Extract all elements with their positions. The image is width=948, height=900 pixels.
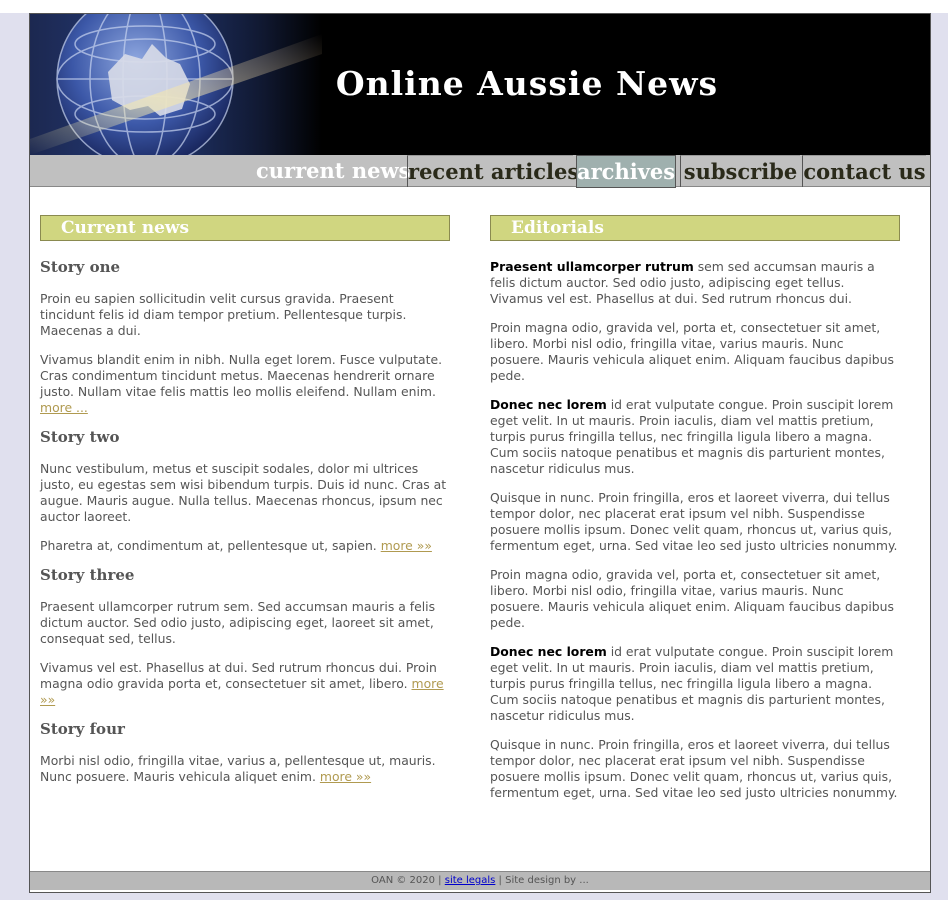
editorials-column: Editorials Praesent ullamcorper rutrum s… [490,215,900,814]
footer-credit: | Site design by ... [495,875,589,886]
story-paragraph: Vivamus blandit enim in nibh. Nulla eget… [40,352,450,416]
nav-archives[interactable]: archives [576,155,676,188]
editorial-paragraph: Donec nec lorem id erat vulputate congue… [490,397,900,477]
more-link[interactable]: more »» [320,769,371,784]
nav-contact-us[interactable]: contact us [802,155,926,187]
site-header: Online Aussie News [30,14,930,155]
site-footer: OAN © 2020 | site legals | Site design b… [30,871,930,890]
editorials-heading: Editorials [490,215,900,241]
story-paragraph: Praesent ullamcorper rutrum sem. Sed acc… [40,599,436,646]
globe-icon [30,14,322,155]
editorial-paragraph: Donec nec lorem id erat vulputate congue… [490,644,900,724]
story-title: Story one [40,258,121,276]
story-text: Morbi nisl odio, fringilla vitae, varius… [40,753,436,784]
globe-banner-image [30,14,322,155]
story-paragraph: Vivamus vel est. Phasellus at dui. Sed r… [40,660,450,708]
story-title: Story two [40,428,120,446]
story-title: Story four [40,720,125,738]
story-text: Vivamus vel est. Phasellus at dui. Sed r… [40,660,437,691]
editorial-paragraph: Quisque in nunc. Proin fringilla, eros e… [490,490,898,553]
site-legals-link[interactable]: site legals [445,875,496,886]
story-paragraph: Proin eu sapien sollicitudin velit cursu… [40,291,407,338]
editorial-paragraph: Quisque in nunc. Proin fringilla, eros e… [490,737,898,800]
story-title: Story three [40,566,135,584]
nav-subscribe[interactable]: subscribe [680,155,800,187]
more-link[interactable]: more ... [40,400,88,415]
current-news-heading: Current news [40,215,450,241]
page: Online Aussie News current news recent a… [29,13,931,893]
editorial-lead: Praesent ullamcorper rutrum [490,259,694,274]
editorial-paragraph: Proin magna odio, gravida vel, porta et,… [490,567,894,630]
editorial-lead: Donec nec lorem [490,397,607,412]
footer-copyright: OAN © 2020 | [371,875,445,886]
current-news-column: Current news Story one Proin eu sapien s… [40,215,450,798]
story-text: Pharetra at, condimentum at, pellentesqu… [40,538,377,553]
editorial-paragraph: Proin magna odio, gravida vel, porta et,… [490,320,894,383]
top-strip [0,0,948,13]
more-link[interactable]: more »» [381,538,432,553]
story-paragraph: Nunc vestibulum, metus et suscipit sodal… [40,461,447,524]
editorial-paragraph: Praesent ullamcorper rutrum sem sed accu… [490,259,900,307]
story-text: Vivamus blandit enim in nibh. Nulla eget… [40,352,443,399]
editorial-lead: Donec nec lorem [490,644,607,659]
main-nav: current news recent articles archives su… [30,155,930,188]
story-paragraph: Morbi nisl odio, fringilla vitae, varius… [40,753,450,785]
nav-current-news[interactable]: current news [256,155,410,187]
story-paragraph: Pharetra at, condimentum at, pellentesqu… [40,538,450,554]
nav-recent-articles[interactable]: recent articles [407,155,579,187]
site-title: Online Aussie News [335,64,719,103]
